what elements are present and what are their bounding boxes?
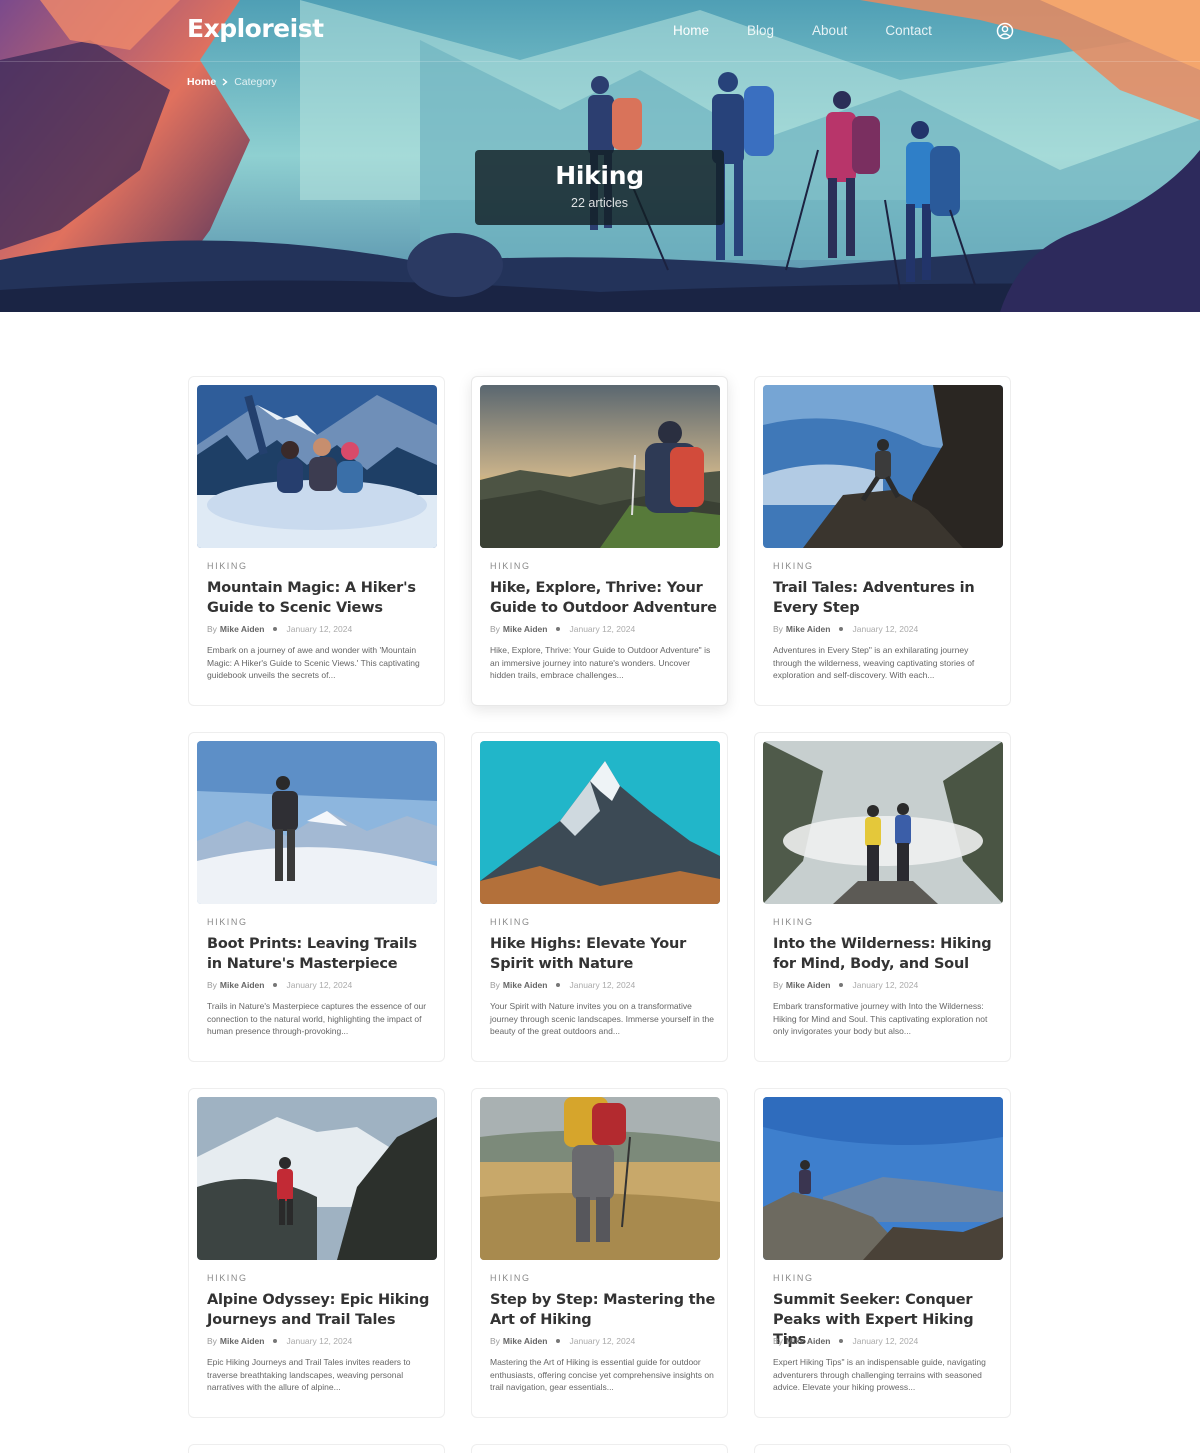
article-category[interactable]: HIKING (207, 1273, 248, 1283)
category-header: Hiking 22 articles (475, 150, 724, 225)
article-title[interactable]: Boot Prints: Leaving Trails in Nature's … (207, 934, 435, 974)
article-title[interactable]: Mountain Magic: A Hiker's Guide to Sceni… (207, 578, 435, 618)
article-thumbnail[interactable] (763, 1097, 1003, 1260)
chevron-right-icon (222, 78, 228, 86)
article-excerpt: Expert Hiking Tips" is an indispensable … (773, 1357, 986, 1392)
page-title: Hiking (555, 161, 644, 190)
article-excerpt: Mastering the Art of Hiking is essential… (490, 1357, 714, 1392)
article-thumbnail[interactable] (197, 741, 437, 904)
article-category[interactable]: HIKING (207, 917, 248, 927)
article-author[interactable]: Mike Aiden (220, 1336, 265, 1346)
article-card[interactable]: HIKING Hike, Explore, Thrive: Your Guide… (471, 376, 728, 706)
article-card[interactable]: HIKING Mountain Magic: A Hiker's Guide t… (188, 376, 445, 706)
article-date: January 12, 2024 (852, 1336, 919, 1346)
article-meta: By Mike Aiden January 12, 2024 (490, 980, 636, 990)
article-date: January 12, 2024 (569, 1336, 636, 1346)
article-card[interactable]: HIKING Trail Tales: Adventures in Every … (754, 376, 1011, 706)
site-logo[interactable]: Exploreist (187, 14, 324, 43)
article-meta: By Mike Aiden January 12, 2024 (773, 1336, 919, 1346)
article-date: January 12, 2024 (286, 1336, 353, 1346)
article-thumbnail[interactable] (197, 385, 437, 548)
article-thumbnail[interactable] (197, 1097, 437, 1260)
article-card[interactable]: HIKING Step by Step: Mastering the Art o… (471, 1088, 728, 1418)
article-meta: By Mike Aiden January 12, 2024 (207, 624, 353, 634)
article-card[interactable]: HIKING Summit Seeker: Conquer Peaks with… (754, 1088, 1011, 1418)
separator-dot (839, 627, 844, 631)
article-excerpt: Your Spirit with Nature invites you on a… (490, 1001, 714, 1036)
article-category[interactable]: HIKING (207, 561, 248, 571)
separator-dot (839, 1339, 844, 1343)
breadcrumb: Home Category (187, 76, 277, 88)
article-excerpt: Trails in Nature's Masterpiece captures … (207, 1001, 427, 1036)
article-category[interactable]: HIKING (490, 561, 531, 571)
article-excerpt: Embark transformative journey with Into … (773, 1001, 988, 1036)
article-author[interactable]: Mike Aiden (503, 1336, 548, 1346)
article-excerpt: Embark on a journey of awe and wonder wi… (207, 645, 420, 680)
article-thumbnail[interactable] (480, 1097, 720, 1260)
article-date: January 12, 2024 (286, 624, 353, 634)
article-excerpt: Hike, Explore, Thrive: Your Guide to Out… (490, 645, 711, 680)
article-thumbnail[interactable] (480, 741, 720, 904)
hero-banner: Exploreist Home Blog About Contact Home … (0, 0, 1200, 312)
separator-dot (273, 627, 278, 631)
top-navbar: Exploreist Home Blog About Contact (0, 0, 1200, 62)
article-thumbnail[interactable] (763, 741, 1003, 904)
article-category[interactable]: HIKING (490, 917, 531, 927)
article-excerpt: Adventures in Every Step" is an exhilara… (773, 645, 975, 680)
article-card-partial[interactable] (188, 1444, 445, 1453)
article-thumbnail[interactable] (763, 385, 1003, 548)
article-author[interactable]: Mike Aiden (786, 624, 831, 634)
article-title[interactable]: Hike Highs: Elevate Your Spirit with Nat… (490, 934, 718, 974)
nav-link-about[interactable]: About (812, 23, 847, 38)
article-author[interactable]: Mike Aiden (220, 624, 265, 634)
article-category[interactable]: HIKING (773, 561, 814, 571)
separator-dot (839, 983, 844, 987)
article-thumbnail[interactable] (480, 385, 720, 548)
separator-dot (556, 627, 561, 631)
separator-dot (556, 1339, 561, 1343)
article-author[interactable]: Mike Aiden (786, 1336, 831, 1346)
article-date: January 12, 2024 (852, 624, 919, 634)
article-card-partial[interactable] (754, 1444, 1011, 1453)
separator-dot (273, 983, 278, 987)
breadcrumb-current: Category (234, 76, 277, 88)
article-title[interactable]: Into the Wilderness: Hiking for Mind, Bo… (773, 934, 1001, 974)
article-meta: By Mike Aiden January 12, 2024 (773, 624, 919, 634)
article-date: January 12, 2024 (286, 980, 353, 990)
article-excerpt: Epic Hiking Journeys and Trail Tales inv… (207, 1357, 411, 1392)
breadcrumb-home[interactable]: Home (187, 76, 216, 88)
nav-link-home[interactable]: Home (673, 23, 709, 38)
article-card[interactable]: HIKING Hike Highs: Elevate Your Spirit w… (471, 732, 728, 1062)
article-meta: By Mike Aiden January 12, 2024 (207, 980, 353, 990)
article-date: January 12, 2024 (569, 980, 636, 990)
article-title[interactable]: Trail Tales: Adventures in Every Step (773, 578, 1001, 618)
article-title[interactable]: Hike, Explore, Thrive: Your Guide to Out… (490, 578, 718, 618)
article-author[interactable]: Mike Aiden (503, 980, 548, 990)
article-date: January 12, 2024 (852, 980, 919, 990)
article-card-partial[interactable] (471, 1444, 728, 1453)
article-card[interactable]: HIKING Alpine Odyssey: Epic Hiking Journ… (188, 1088, 445, 1418)
article-meta: By Mike Aiden January 12, 2024 (490, 1336, 636, 1346)
nav-links: Home Blog About Contact (673, 23, 970, 38)
article-author[interactable]: Mike Aiden (220, 980, 265, 990)
article-meta: By Mike Aiden January 12, 2024 (773, 980, 919, 990)
article-card[interactable]: HIKING Into the Wilderness: Hiking for M… (754, 732, 1011, 1062)
user-circle-icon[interactable] (996, 22, 1014, 40)
separator-dot (273, 1339, 278, 1343)
article-meta: By Mike Aiden January 12, 2024 (490, 624, 636, 634)
article-card[interactable]: HIKING Boot Prints: Leaving Trails in Na… (188, 732, 445, 1062)
article-count: 22 articles (571, 196, 628, 210)
article-category[interactable]: HIKING (773, 1273, 814, 1283)
article-date: January 12, 2024 (569, 624, 636, 634)
article-author[interactable]: Mike Aiden (786, 980, 831, 990)
article-category[interactable]: HIKING (773, 917, 814, 927)
article-author[interactable]: Mike Aiden (503, 624, 548, 634)
separator-dot (556, 983, 561, 987)
article-category[interactable]: HIKING (490, 1273, 531, 1283)
article-title[interactable]: Alpine Odyssey: Epic Hiking Journeys and… (207, 1290, 435, 1330)
nav-link-blog[interactable]: Blog (747, 23, 774, 38)
nav-link-contact[interactable]: Contact (885, 23, 932, 38)
article-meta: By Mike Aiden January 12, 2024 (207, 1336, 353, 1346)
article-title[interactable]: Step by Step: Mastering the Art of Hikin… (490, 1290, 718, 1330)
